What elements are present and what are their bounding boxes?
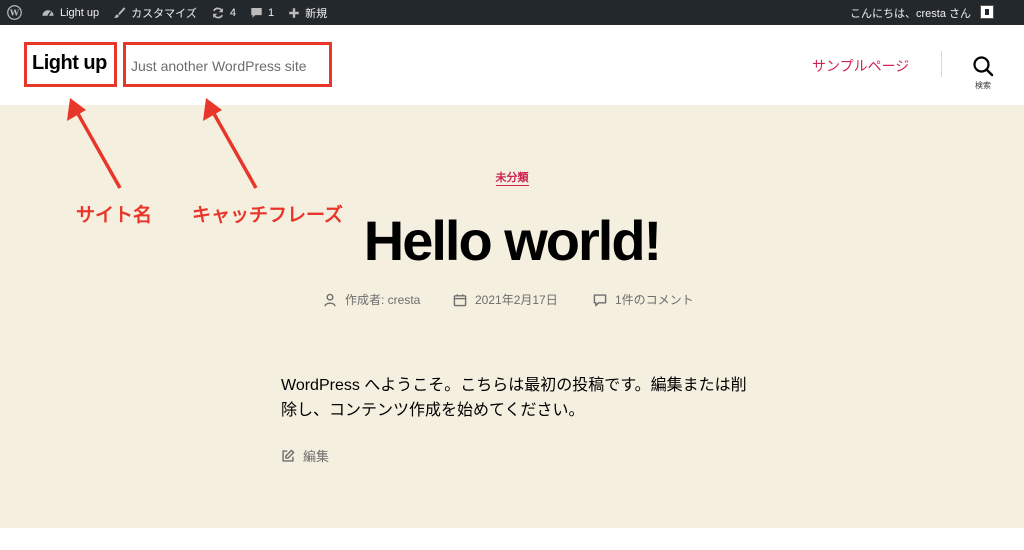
nav-link-sample-page[interactable]: サンプルページ	[812, 56, 909, 76]
post-comments-label: 1件のコメント	[615, 293, 694, 307]
edit-icon	[282, 449, 295, 462]
edit-post-label: 編集	[303, 449, 330, 464]
category-link[interactable]: 未分類	[495, 172, 529, 186]
post-author-label: 作成者: cresta	[345, 293, 421, 307]
annotation-tagline-label: キャッチフレーズ	[192, 205, 344, 226]
wordpress-logo-button[interactable]: W	[0, 0, 34, 25]
plus-icon	[289, 7, 299, 18]
nav-divider	[941, 51, 942, 77]
search-toggle-button[interactable]: 検索	[960, 53, 1006, 97]
svg-text:W: W	[9, 8, 20, 18]
admin-site-name-label: Light up	[60, 6, 100, 19]
admin-greeting: こんにちは、cresta さん	[849, 7, 971, 20]
admin-updates-count: 4	[229, 6, 236, 19]
post-body: WordPress へようこそ。こちらは最初の投稿です。編集または削除し、コンテ…	[281, 377, 747, 419]
brush-icon	[113, 7, 126, 18]
calendar-icon	[453, 293, 467, 306]
avatar-figure	[985, 9, 989, 15]
admin-updates[interactable]: 4	[204, 0, 243, 25]
post-category: 未分類	[0, 169, 1024, 186]
search-label: 検索	[975, 81, 991, 90]
footer-strip	[0, 528, 1024, 550]
comment-bubble-icon	[593, 293, 607, 306]
admin-new[interactable]: 新規	[281, 0, 334, 25]
admin-site-name[interactable]: Light up	[34, 0, 106, 25]
admin-comments[interactable]: 1	[243, 0, 281, 25]
tagline-highlight-box	[123, 42, 332, 87]
admin-customize-label: カスタマイズ	[131, 7, 197, 20]
post-date-label: 2021年2月17日	[475, 293, 558, 307]
avatar[interactable]	[980, 5, 994, 19]
dashboard-icon	[42, 9, 54, 16]
updates-icon	[212, 7, 223, 18]
comment-icon	[251, 7, 262, 18]
search-icon	[973, 56, 994, 77]
site-name-highlight-box	[24, 42, 117, 87]
user-icon	[324, 293, 336, 306]
page: W Light up カスタマイズ 4 1 新規 こんにちは、cresta さん…	[0, 0, 1024, 550]
post-title: Hello world!	[363, 209, 662, 272]
post-comments[interactable]: 1件のコメント	[593, 291, 694, 308]
post-author[interactable]: 作成者: cresta	[323, 291, 420, 308]
admin-account[interactable]: こんにちは、cresta さん	[843, 0, 978, 25]
admin-customize[interactable]: カスタマイズ	[106, 0, 204, 25]
wordpress-logo-icon: W	[7, 5, 22, 20]
admin-bar: W Light up カスタマイズ 4 1 新規 こんにちは、cresta さん	[0, 0, 1024, 25]
post-content-area: 未分類 Hello world! 作成者: cresta 2021年2月17日 …	[0, 105, 1024, 528]
annotation-site-name-label: サイト名	[76, 205, 153, 226]
admin-comments-count: 1	[267, 6, 275, 19]
edit-post-link[interactable]: 編集	[281, 446, 329, 465]
post-date[interactable]: 2021年2月17日	[453, 291, 558, 308]
admin-new-label: 新規	[305, 7, 328, 20]
